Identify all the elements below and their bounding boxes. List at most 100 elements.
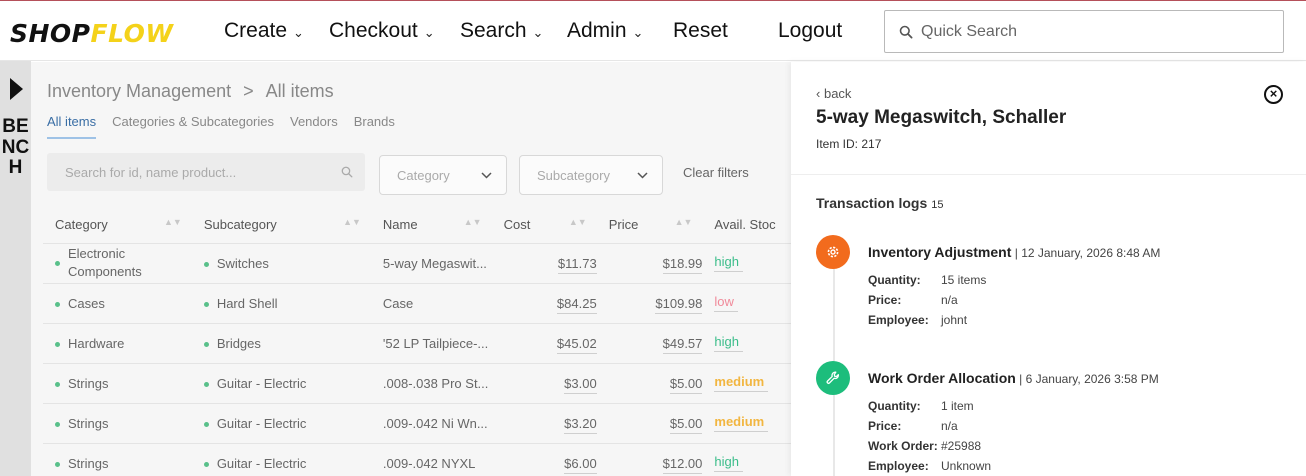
subcategory-filter-dropdown[interactable]: Subcategory (519, 155, 663, 195)
sort-icon[interactable]: ▲▼ (569, 217, 587, 227)
item-detail-panel: ‹ back × 5-way Megaswitch, Schaller Item… (791, 62, 1306, 476)
nav-checkout-label: Checkout (329, 19, 418, 42)
breadcrumb-parent[interactable]: Inventory Management (47, 81, 231, 101)
column-header-subcategory[interactable]: Subcategory ▲▼ (191, 207, 371, 244)
cell-price: $12.00 (596, 443, 703, 476)
stock-level-badge: medium (714, 414, 769, 432)
table-row[interactable]: Cases Hard Shell Case $84.25 $109.98 low (43, 283, 791, 324)
log-field-value: n/a (941, 293, 958, 307)
status-dot-icon (203, 341, 209, 347)
status-dot-icon (203, 301, 209, 307)
status-dot-icon (203, 461, 209, 467)
nav-logout[interactable]: Logout (778, 1, 842, 61)
search-icon (341, 166, 353, 178)
column-header-label: Subcategory (203, 217, 277, 233)
cell-stock: high (702, 443, 791, 476)
cell-price: $109.98 (596, 283, 703, 324)
table-row[interactable]: Hardware Bridges '52 LP Tailpiece-... $4… (43, 323, 791, 364)
price-value: $109.98 (655, 295, 703, 314)
price-value: $49.57 (662, 335, 703, 354)
status-dot-icon (203, 421, 209, 427)
cell-cost: $45.02 (491, 323, 597, 364)
column-header-price[interactable]: Price ▲▼ (596, 207, 703, 244)
cell-subcategory: Switches (191, 243, 371, 284)
bench-sidebar[interactable]: BENCH (0, 61, 31, 476)
log-field: Employee: Unknown (868, 459, 991, 473)
item-search-input[interactable] (65, 164, 325, 180)
cell-subcategory: Guitar - Electric (191, 363, 371, 404)
cost-value: $3.00 (564, 375, 597, 394)
cell-price: $5.00 (596, 363, 703, 404)
shopflow-logo[interactable]: SHOPFLOW (10, 19, 173, 49)
logo-text-flow: FLOW (90, 19, 174, 48)
sort-icon[interactable]: ▲▼ (675, 217, 693, 227)
nav-search-label: Search (460, 19, 527, 42)
nav-reset[interactable]: Reset (673, 1, 728, 61)
nav-create[interactable]: Create ⌄ (224, 1, 304, 61)
cell-category: Electronic Components (43, 243, 192, 284)
sort-icon[interactable]: ▲▼ (343, 217, 361, 227)
column-header-category[interactable]: Category ▲▼ (43, 207, 192, 244)
log-field-value: Unknown (941, 459, 992, 473)
cell-cost: $11.73 (491, 243, 597, 284)
chevron-down-icon (637, 171, 648, 179)
nav-reset-label: Reset (673, 19, 728, 42)
category-text: Strings (68, 455, 109, 471)
close-icon: × (1269, 86, 1278, 101)
top-navigation-bar: SHOPFLOW Create ⌄ Checkout ⌄ Search ⌄ Admin… (0, 1, 1306, 61)
nav-checkout[interactable]: Checkout ⌄ (329, 1, 435, 61)
category-filter-dropdown[interactable]: Category (379, 155, 507, 195)
close-panel-button[interactable]: × (1264, 85, 1283, 104)
clear-filters-button[interactable]: Clear filters (683, 165, 749, 180)
quick-search-input[interactable] (921, 22, 1261, 41)
cell-cost: $3.20 (491, 403, 597, 444)
tab-vendors[interactable]: Vendors (290, 114, 338, 139)
log-field-key: Price: (868, 293, 902, 307)
sort-icon[interactable]: ▲▼ (164, 217, 182, 227)
nav-admin[interactable]: Admin ⌄ (567, 1, 643, 61)
tab-all-items[interactable]: All items (47, 114, 97, 139)
table-row[interactable]: Strings Guitar - Electric .009-.042 NYXL… (43, 443, 791, 476)
status-dot-icon (55, 461, 60, 467)
column-header-avail-stock[interactable]: Avail. Stoc (702, 207, 791, 244)
expand-triangle-icon[interactable] (10, 78, 23, 100)
tab-categories-subcategories[interactable]: Categories & Subcategories (112, 114, 274, 139)
column-header-name[interactable]: Name ▲▼ (370, 207, 492, 244)
cell-name: .009-.042 NYXL (370, 443, 492, 476)
nav-search[interactable]: Search ⌄ (460, 1, 543, 61)
nav-create-label: Create (224, 19, 288, 42)
item-search-box[interactable] (47, 153, 365, 191)
cell-name: .008-.038 Pro St... (370, 363, 492, 404)
wrench-icon (826, 371, 839, 384)
column-header-label: Price (608, 217, 639, 233)
sort-icon[interactable]: ▲▼ (464, 217, 482, 227)
log-type: Inventory Adjustment (868, 244, 1012, 260)
column-header-label: Category (55, 217, 108, 233)
table-row[interactable]: Electronic Components Switches 5-way Meg… (43, 243, 791, 284)
log-entry-title[interactable]: Inventory Adjustment | 12 January, 2026 … (868, 244, 1160, 260)
table-header-row: Category ▲▼ Subcategory ▲▼ Name ▲▼ Cost ▲▼ P… (43, 207, 791, 244)
table-row[interactable]: Strings Guitar - Electric .009-.042 Ni W… (43, 403, 791, 444)
quick-search-box[interactable] (884, 10, 1284, 53)
category-text: Cases (68, 295, 105, 311)
cost-value: $6.00 (564, 455, 597, 474)
category-text: Strings (68, 375, 109, 391)
table-row[interactable]: Strings Guitar - Electric .008-.038 Pro … (43, 363, 791, 404)
column-header-cost[interactable]: Cost ▲▼ (491, 207, 597, 244)
status-dot-icon (55, 260, 60, 266)
subcategory-text: Switches (216, 255, 269, 271)
cell-stock: high (702, 243, 791, 284)
cell-subcategory: Guitar - Electric (191, 403, 371, 444)
breadcrumb-current: All items (265, 81, 334, 101)
log-entry-title[interactable]: Work Order Allocation | 6 January, 2026 … (868, 370, 1159, 386)
cell-subcategory: Hard Shell (191, 283, 371, 324)
tab-brands[interactable]: Brands (354, 114, 395, 139)
column-header-label: Avail. Stoc (714, 217, 776, 233)
cost-value: $45.02 (556, 335, 597, 354)
item-title: 5-way Megaswitch, Schaller (816, 107, 1067, 128)
log-field: Price: n/a (868, 419, 958, 433)
subcategory-text: Guitar - Electric (216, 455, 307, 471)
cell-price: $5.00 (596, 403, 703, 444)
logo-text-shop: SHOP (10, 19, 91, 48)
back-link[interactable]: ‹ back (816, 86, 851, 101)
